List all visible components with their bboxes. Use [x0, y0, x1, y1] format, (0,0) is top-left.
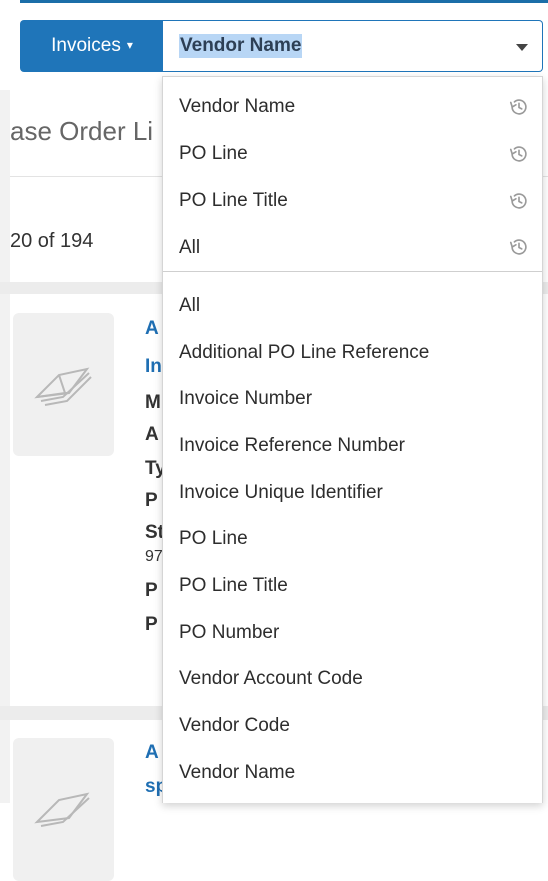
- search-field-menu: Vendor Name PO Line PO Line Title All Al…: [162, 76, 543, 803]
- result-title[interactable]: In: [145, 356, 162, 378]
- search-field-option[interactable]: Additional PO Line Reference: [179, 341, 429, 365]
- top-divider: [20, 0, 548, 3]
- result-title[interactable]: A: [145, 318, 159, 340]
- search-field-option[interactable]: All: [179, 294, 200, 318]
- result-field: P: [145, 490, 158, 511]
- recent-field-item[interactable]: PO Line Title: [179, 189, 519, 213]
- result-field: 97: [145, 548, 163, 565]
- search-field-option[interactable]: Vendor Account Code: [179, 667, 363, 691]
- result-thumbnail[interactable]: [13, 738, 114, 881]
- recent-field-label: PO Line: [179, 143, 248, 164]
- search-field-select[interactable]: Vendor Name: [163, 20, 543, 72]
- results-count: 20 of 194: [10, 230, 94, 252]
- book-icon: [33, 791, 90, 827]
- search-scope-dropdown[interactable]: Invoices ▾: [20, 20, 164, 72]
- book-icon: [33, 366, 92, 406]
- search-field-option[interactable]: Vendor Code: [179, 714, 290, 738]
- history-icon[interactable]: [508, 96, 530, 118]
- history-icon[interactable]: [508, 236, 530, 258]
- search-field-option[interactable]: PO Line Title: [179, 574, 288, 598]
- recent-field-item[interactable]: All: [179, 236, 519, 260]
- result-title[interactable]: A: [145, 742, 159, 764]
- search-field-option[interactable]: PO Number: [179, 621, 279, 645]
- result-field: P: [145, 580, 158, 601]
- result-field: M: [145, 392, 161, 413]
- history-icon[interactable]: [508, 190, 530, 212]
- result-thumbnail[interactable]: [13, 313, 114, 456]
- recent-field-label: Vendor Name: [179, 96, 296, 117]
- search-field-option[interactable]: Invoice Unique Identifier: [179, 481, 383, 505]
- search-field-option[interactable]: Vendor Name: [179, 761, 295, 785]
- caret-down-icon: ▾: [126, 38, 133, 52]
- history-icon[interactable]: [508, 143, 530, 165]
- search-field-option[interactable]: Invoice Reference Number: [179, 434, 405, 458]
- search-field-option[interactable]: PO Line: [179, 527, 248, 551]
- recent-field-item[interactable]: PO Line: [179, 142, 519, 166]
- recent-field-item[interactable]: Vendor Name: [179, 95, 519, 119]
- result-field: A: [145, 424, 159, 445]
- chevron-down-icon[interactable]: [516, 44, 528, 51]
- search-scope-label: Invoices: [51, 35, 121, 56]
- recent-field-label: PO Line Title: [179, 190, 288, 211]
- page-title: ase Order Li: [10, 116, 154, 146]
- search-field-option[interactable]: Invoice Number: [179, 387, 312, 411]
- result-field: P: [145, 614, 158, 635]
- menu-divider: [163, 271, 542, 272]
- selected-search-field[interactable]: Vendor Name: [179, 34, 303, 58]
- recent-field-label: All: [179, 237, 201, 258]
